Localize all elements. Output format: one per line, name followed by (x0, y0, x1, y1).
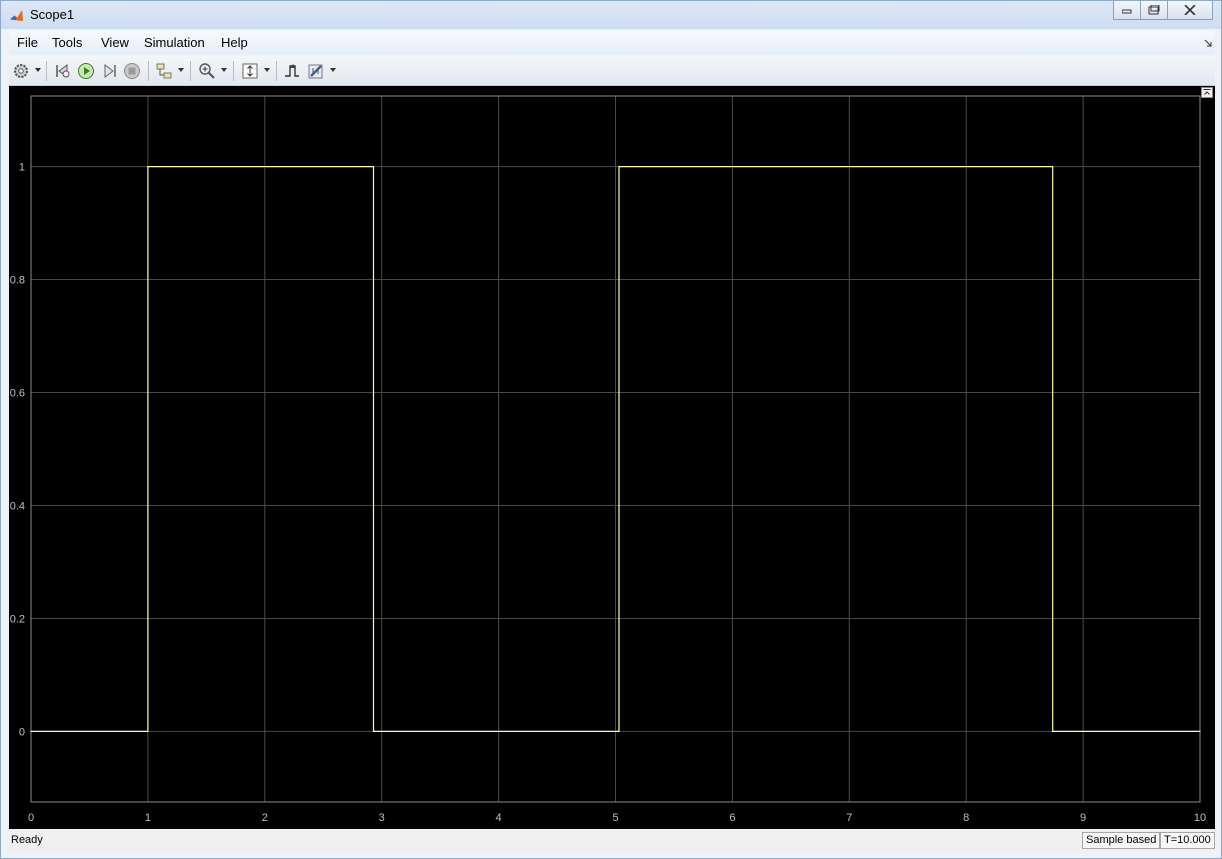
menu-simulation[interactable]: Simulation (144, 35, 205, 50)
menu-bar: File Tools View Simulation Help (9, 31, 1215, 55)
signal-point (1199, 730, 1201, 733)
settings-icon[interactable] (12, 62, 30, 80)
scope-window: Scope1 File Tools View Simulation Help 0… (0, 0, 1222, 859)
settings-dropdown-icon[interactable] (35, 68, 41, 72)
signal-point (1052, 166, 1054, 168)
toolbar-separator (190, 61, 191, 81)
scope-plot[interactable]: 0 1 2 3 4 5 6 7 8 9 10 0 0.2 0.4 0.6 0.8 1 (9, 86, 1215, 829)
y-tick-label: 0.8 (10, 275, 25, 287)
menu-tools[interactable]: Tools (52, 35, 82, 50)
x-tick-label: 0 (28, 812, 34, 824)
x-tick-label: 9 (1080, 812, 1086, 824)
step-back-icon[interactable] (54, 62, 72, 80)
x-tick-label: 10 (1194, 812, 1206, 824)
zoom-in-icon[interactable] (198, 62, 216, 80)
stop-icon[interactable] (123, 62, 141, 80)
title-bar[interactable]: Scope1 (1, 1, 1221, 29)
toolbar-separator (276, 61, 277, 81)
signal-point (372, 166, 375, 168)
step-forward-icon[interactable] (100, 62, 118, 80)
plot-background (9, 86, 1215, 829)
x-tick-label: 5 (612, 812, 618, 824)
scale-axes-icon[interactable] (241, 62, 259, 80)
x-tick-label: 7 (846, 812, 852, 824)
y-tick-label: 0.2 (10, 613, 25, 625)
menu-help[interactable]: Help (221, 35, 248, 50)
x-tick-label: 3 (379, 812, 385, 824)
matlab-icon (9, 9, 24, 22)
sample-mode-indicator: Sample based (1082, 832, 1161, 849)
y-tick-label: 0 (19, 726, 25, 738)
restore-button[interactable] (1140, 1, 1168, 20)
status-text: Ready (11, 834, 43, 846)
toolbar-separator (46, 61, 47, 81)
cursor-measurements-icon[interactable] (307, 62, 325, 80)
scope-display: 0 1 2 3 4 5 6 7 8 9 10 0 0.2 0.4 0.6 0.8 1 (9, 86, 1215, 829)
run-icon[interactable] (77, 62, 95, 80)
sim-time-indicator: T=10.000 (1160, 832, 1215, 849)
minimize-icon (1122, 9, 1132, 14)
restore-icon (1148, 5, 1160, 15)
y-tick-label: 1 (19, 162, 25, 174)
zoom-dropdown-icon[interactable] (221, 68, 227, 72)
close-button[interactable] (1167, 1, 1213, 20)
y-tick-label: 0.6 (10, 388, 25, 400)
close-icon (1184, 5, 1196, 15)
undock-arrow-icon[interactable] (1204, 39, 1212, 47)
signal-point (618, 730, 620, 733)
toolbar-separator (148, 61, 149, 81)
minimize-button[interactable] (1113, 1, 1141, 20)
toolbar-separator (233, 61, 234, 81)
x-tick-label: 4 (496, 812, 502, 824)
x-tick-label: 2 (262, 812, 268, 824)
signal-point (147, 730, 149, 733)
undock-axes-icon[interactable] (1201, 87, 1213, 98)
menu-file[interactable]: File (17, 35, 38, 50)
signal-point (1052, 730, 1054, 733)
highlight-simulink-block-icon[interactable] (155, 62, 173, 80)
signal-point (147, 166, 149, 168)
y-tick-label: 0.4 (10, 500, 25, 512)
x-tick-label: 6 (729, 812, 735, 824)
triggers-icon[interactable] (283, 62, 301, 80)
scale-axes-dropdown-icon[interactable] (264, 68, 270, 72)
signal-point (30, 730, 32, 733)
menu-view[interactable]: View (101, 35, 129, 50)
x-tick-label: 8 (963, 812, 969, 824)
signal-point (372, 730, 375, 733)
toolbar (9, 56, 1215, 86)
x-tick-label: 1 (145, 812, 151, 824)
window-title: Scope1 (30, 7, 75, 22)
measurements-dropdown-icon[interactable] (330, 68, 336, 72)
signal-point (618, 166, 620, 168)
status-bar: Ready Sample based T=10.000 (9, 829, 1215, 853)
highlight-dropdown-icon[interactable] (178, 68, 184, 72)
